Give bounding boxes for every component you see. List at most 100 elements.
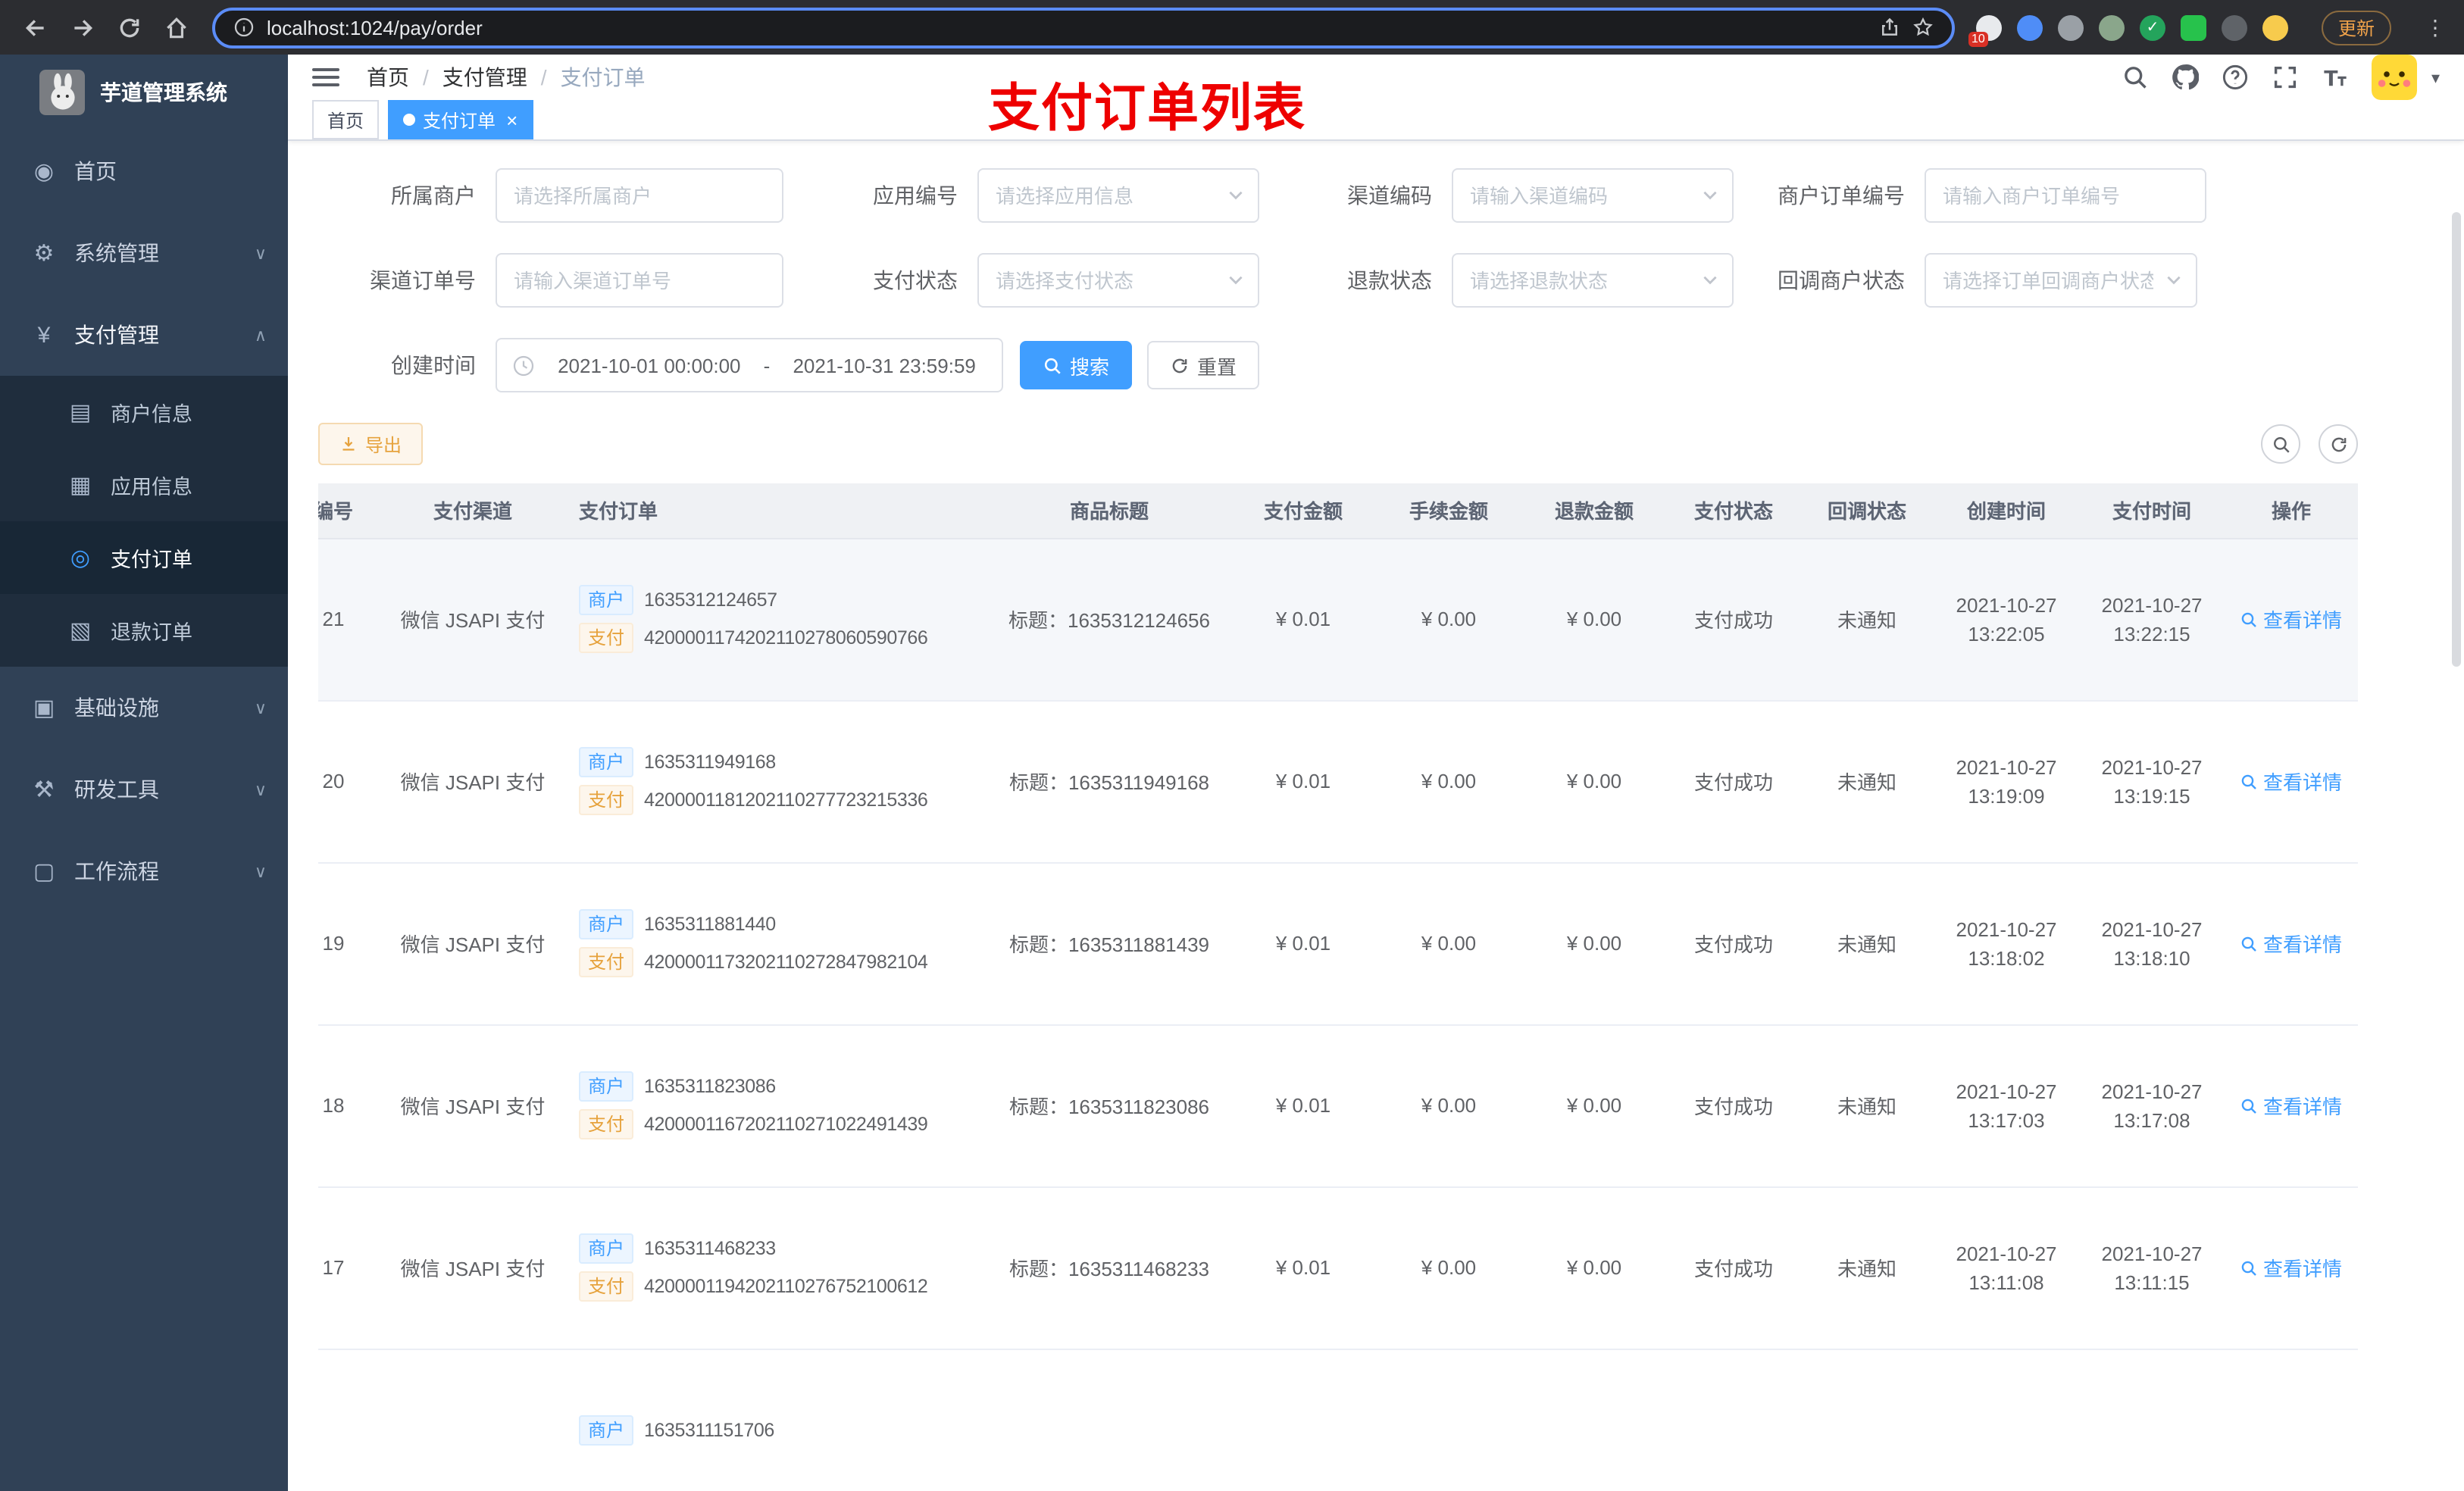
extension-icon-5[interactable]: ✓ — [2139, 14, 2165, 40]
url-text[interactable]: localhost:1024/pay/order — [267, 16, 1867, 39]
search-icon — [2242, 774, 2257, 789]
product-title: 标题：1635311881439 — [1008, 933, 1210, 956]
view-detail-link[interactable]: 查看详情 — [2240, 767, 2342, 796]
browser-chrome: localhost:1024/pay/order 10 ✓ 更新 ⋮ — [0, 0, 2464, 55]
view-detail-link[interactable]: 查看详情 — [2240, 929, 2342, 958]
filter-merchant-order-no: 商户订单编号 — [1734, 168, 2206, 223]
sidebar-item-pay-order[interactable]: ◎ 支付订单 — [0, 521, 288, 594]
col-notify: 回调状态 — [1800, 483, 1934, 539]
filter-label: 支付状态 — [873, 268, 958, 292]
pay-status-select[interactable] — [977, 253, 1259, 308]
extension-icon-6[interactable] — [2180, 14, 2206, 40]
filter-label: 回调商户状态 — [1778, 268, 1905, 292]
browser-update-button[interactable]: 更新 — [2321, 10, 2391, 45]
pay-amount: ¥ 0.01 — [1275, 1256, 1331, 1279]
sidebar-item-home[interactable]: ◉ 首页 — [0, 130, 288, 212]
sidebar-toggle-icon[interactable] — [312, 64, 342, 91]
extension-icon-3[interactable] — [2057, 14, 2084, 40]
filter-label: 渠道编码 — [1347, 183, 1432, 208]
search-button[interactable]: 搜索 — [1020, 341, 1133, 389]
home-icon[interactable] — [156, 7, 197, 48]
pay-tag: 支付 — [579, 623, 634, 653]
sidebar-item-workflow[interactable]: ▢ 工作流程 ∨ — [0, 830, 288, 912]
bookmark-star-icon[interactable] — [1912, 17, 1934, 38]
sidebar-item-refund-order[interactable]: ▧ 退款订单 — [0, 594, 288, 667]
refund-amount: ¥ 0.00 — [1566, 1094, 1622, 1117]
extension-icon-4[interactable] — [2098, 14, 2125, 40]
export-button[interactable]: 导出 — [318, 423, 424, 465]
merchant-order-no: 1635311949168 — [644, 752, 776, 773]
extension-icon-8[interactable] — [2262, 14, 2288, 40]
breadcrumb-current: 支付订单 — [560, 65, 646, 89]
chevron-up-icon: ∧ — [254, 327, 267, 345]
app-logo[interactable]: 芋道管理系统 — [0, 55, 288, 130]
channel-order-no-input[interactable] — [496, 253, 783, 308]
filter-label: 商户订单编号 — [1778, 183, 1905, 208]
search-icon — [2242, 1098, 2257, 1113]
merchant-order-no: 1635311823086 — [644, 1076, 776, 1097]
table-row: 17 微信 JSAPI 支付 商户 1635311468233 支付 42000… — [318, 1186, 2358, 1349]
reset-button[interactable]: 重置 — [1147, 341, 1260, 389]
channel-order-no: 4200001194202110276752100612 — [644, 1276, 928, 1297]
filter-create-time: 创建时间 2021-10-01 00:00:00 - 2021-10-31 23… — [318, 338, 1003, 392]
merchant-input[interactable] — [496, 168, 783, 223]
fee-amount: ¥ 0.00 — [1421, 608, 1477, 630]
share-icon[interactable] — [1879, 17, 1900, 38]
filter-label: 创建时间 — [391, 353, 476, 377]
refund-status-select[interactable] — [1452, 253, 1734, 308]
filter-notify-status: 回调商户状态 — [1734, 253, 2197, 308]
forward-icon[interactable] — [62, 7, 103, 48]
browser-menu-icon[interactable]: ⋮ — [2419, 14, 2452, 40]
download-icon — [342, 437, 355, 451]
top-navbar: 首页 支付管理 支付订单 支付订单列表 — [288, 55, 2464, 138]
tab-home[interactable]: 首页 — [312, 100, 380, 139]
sidebar-item-app-info[interactable]: ▦ 应用信息 — [0, 449, 288, 521]
fullscreen-icon[interactable] — [2272, 64, 2300, 91]
search-icon[interactable] — [2122, 64, 2150, 91]
breadcrumb-payment[interactable]: 支付管理 — [442, 62, 547, 92]
grid-icon: ▦ — [69, 473, 92, 499]
refresh-table-button[interactable] — [2319, 424, 2358, 464]
font-size-icon[interactable] — [2322, 64, 2350, 91]
date-start[interactable]: 2021-10-01 00:00:00 — [547, 354, 752, 377]
breadcrumb: 首页 支付管理 支付订单 — [367, 62, 659, 92]
view-detail-link[interactable]: 查看详情 — [2240, 605, 2342, 633]
merchant-tag: 商户 — [579, 747, 634, 777]
view-detail-link[interactable]: 查看详情 — [2240, 1253, 2342, 1282]
sidebar-item-merchant-info[interactable]: ▤ 商户信息 — [0, 376, 288, 449]
date-separator: - — [763, 354, 771, 377]
extension-icon-2[interactable] — [2016, 14, 2043, 40]
sidebar-item-system[interactable]: ⚙ 系统管理 ∨ — [0, 212, 288, 294]
chevron-down-icon: ∨ — [254, 781, 267, 799]
reload-icon[interactable] — [109, 7, 150, 48]
avatar-caret-icon[interactable]: ▾ — [2431, 67, 2440, 87]
sidebar-item-infra[interactable]: ▣ 基础设施 ∨ — [0, 667, 288, 749]
github-icon[interactable] — [2172, 64, 2200, 91]
yen-icon: ¥ — [37, 322, 51, 348]
tab-close-icon[interactable]: × — [506, 110, 518, 130]
sidebar-item-payment[interactable]: ¥ 支付管理 ∧ — [0, 294, 288, 376]
date-range-picker[interactable]: 2021-10-01 00:00:00 - 2021-10-31 23:59:5… — [496, 338, 1003, 392]
view-detail-link[interactable]: 查看详情 — [2240, 1091, 2342, 1120]
order-id: 20 — [322, 770, 345, 792]
help-icon[interactable] — [2222, 64, 2250, 91]
date-end[interactable]: 2021-10-31 23:59:59 — [782, 354, 987, 377]
sidebar-item-devtools[interactable]: ⚒ 研发工具 ∨ — [0, 749, 288, 830]
user-avatar[interactable] — [2372, 55, 2418, 100]
notify-status-select[interactable] — [1925, 253, 2197, 308]
back-icon[interactable] — [15, 7, 56, 48]
page-scrollbar[interactable] — [2452, 212, 2461, 667]
tab-pay-order[interactable]: 支付订单 × — [388, 100, 533, 139]
merchant-order-no-input[interactable] — [1925, 168, 2206, 223]
extension-icon-1[interactable]: 10 — [1968, 14, 2002, 46]
active-tab-dot — [403, 114, 416, 126]
filter-label: 应用编号 — [873, 183, 958, 208]
url-bar[interactable]: localhost:1024/pay/order — [212, 7, 1955, 48]
extension-icon-7[interactable] — [2221, 14, 2247, 40]
breadcrumb-home[interactable]: 首页 — [367, 62, 429, 92]
show-search-toggle-button[interactable] — [2261, 424, 2300, 464]
extension-badge: 10 — [1968, 31, 1988, 46]
app-no-select[interactable] — [977, 168, 1259, 223]
refresh-icon — [2331, 436, 2346, 452]
channel-code-select[interactable] — [1452, 168, 1734, 223]
